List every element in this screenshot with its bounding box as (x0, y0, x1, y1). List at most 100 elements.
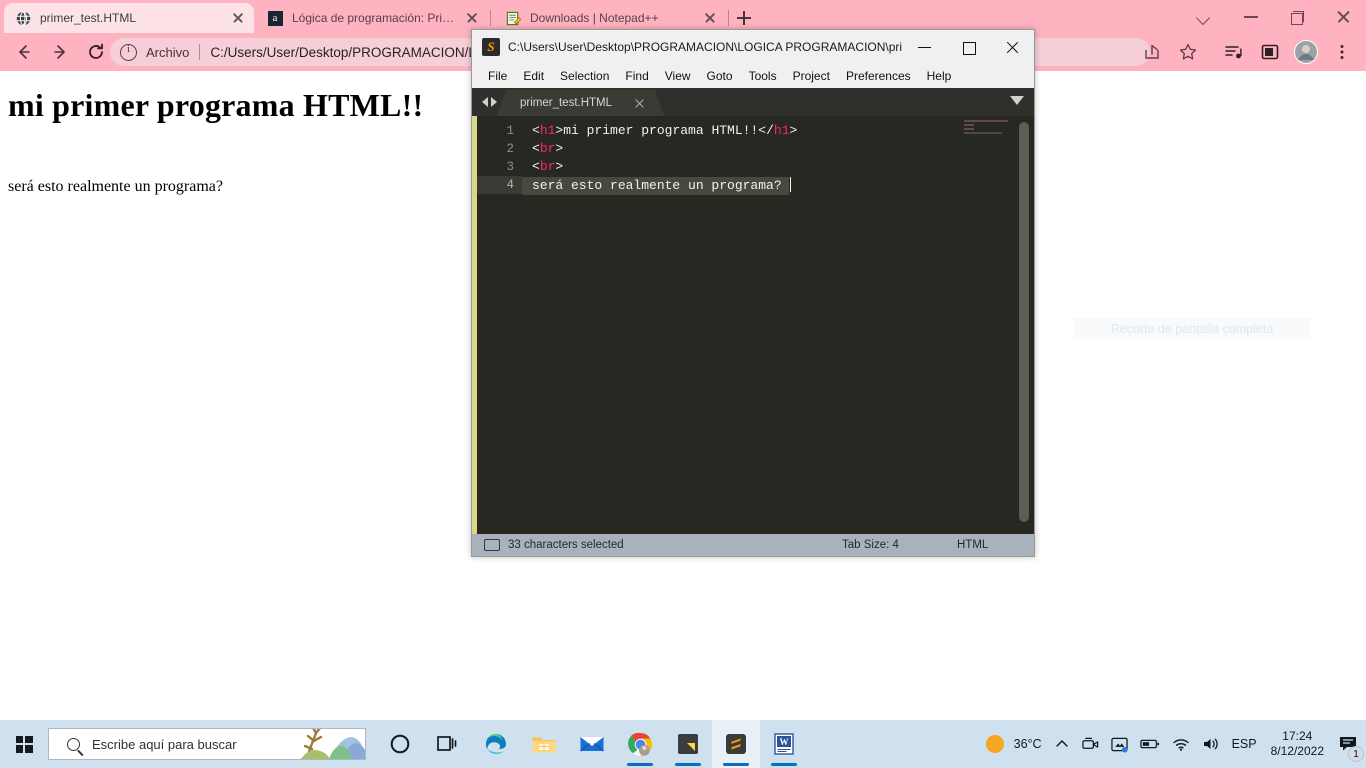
language-label: ESP (1231, 737, 1257, 751)
menu-item-preferences[interactable]: Preferences (838, 67, 919, 85)
media-control-icon[interactable] (1219, 37, 1249, 67)
tab-close-icon[interactable] (230, 10, 246, 26)
code-open-bracket: < (532, 141, 540, 156)
editor-file-tab-label: primer_test.HTML (520, 97, 613, 109)
address-bar-url: C:/Users/User/Desktop/PROGRAMACION/L (210, 44, 476, 60)
cortana-icon[interactable] (376, 720, 424, 768)
menu-item-help[interactable]: Help (919, 67, 960, 85)
sublime-window-title: C:\Users\User\Desktop\PROGRAMACION\LOGIC… (508, 40, 903, 54)
code-line-4-selected: será esto realmente un programa? (522, 177, 790, 195)
notepad-plus-icon (505, 10, 521, 26)
browser-tab-title: primer_test.HTML (40, 11, 137, 25)
window-maximize-button[interactable] (1274, 0, 1320, 33)
volume-icon[interactable] (1196, 720, 1226, 768)
editor-gutter: 1 2 3 4 (477, 116, 522, 534)
menu-item-tools[interactable]: Tools (741, 67, 785, 85)
alura-icon: a (267, 10, 283, 26)
editor-minimap[interactable] (964, 120, 1012, 142)
share-icon[interactable] (1137, 37, 1167, 67)
sublime-menubar: File Edit Selection Find View Goto Tools… (472, 64, 1034, 88)
notifications-button[interactable]: 1 (1332, 720, 1366, 768)
camera-icon[interactable] (1076, 720, 1105, 768)
taskbar-clock[interactable]: 17:24 8/12/2022 (1263, 729, 1332, 759)
system-tray: 36°C ESP 17:24 8/12/2022 1 (978, 720, 1366, 768)
code-tag-br: br (539, 159, 556, 174)
editor-file-tab[interactable]: primer_test.HTML (496, 90, 665, 116)
code-close-bracket: > (555, 141, 564, 156)
sublime-titlebar: S C:\Users\User\Desktop\PROGRAMACION\LOG… (472, 30, 1034, 64)
sublime-text-icon[interactable] (712, 720, 760, 768)
tab-size-status[interactable]: Tab Size: 4 (842, 539, 899, 551)
window-minimize-button[interactable] (1228, 0, 1274, 33)
sidebar-icon[interactable] (1255, 37, 1285, 67)
tab-search-chevron-down-icon[interactable] (1182, 0, 1228, 33)
sublime-maximize-button[interactable] (946, 30, 990, 64)
forward-button[interactable] (44, 36, 76, 68)
menu-item-selection[interactable]: Selection (552, 67, 617, 85)
info-circle-icon[interactable] (120, 43, 137, 61)
language-indicator[interactable]: ESP (1226, 720, 1263, 768)
profile-avatar[interactable] (1291, 37, 1321, 67)
window-close-button[interactable] (1320, 0, 1366, 33)
word-icon[interactable]: W (760, 720, 808, 768)
line-number: 4 (477, 176, 522, 194)
task-view-icon[interactable] (424, 720, 472, 768)
text-cursor (790, 177, 792, 192)
menu-item-file[interactable]: File (480, 67, 515, 85)
line-number: 2 (506, 142, 514, 156)
code-line-2: <br> (522, 140, 1034, 158)
menu-item-find[interactable]: Find (617, 67, 656, 85)
omnibox-actions (1134, 38, 1206, 66)
editor-scrollbar[interactable] (1019, 122, 1029, 522)
editor-tab-close-icon[interactable] (634, 98, 645, 109)
chrome-menu-icon[interactable] (1327, 37, 1357, 67)
wifi-icon[interactable] (1166, 720, 1196, 768)
sublime-logo-glyph: S (487, 39, 495, 54)
tab-close-icon[interactable] (464, 10, 480, 26)
search-illustration (301, 729, 365, 759)
chrome-icon[interactable] (616, 720, 664, 768)
sublime-editor-area[interactable]: 1 2 3 4 <h1>mi primer programa HTML!!</h… (472, 116, 1034, 534)
editor-code-content[interactable]: <h1>mi primer programa HTML!!</h1> <br> … (522, 116, 1034, 534)
selection-status: 33 characters selected (508, 539, 624, 551)
tab-close-icon[interactable] (702, 10, 718, 26)
battery-icon[interactable] (1134, 720, 1166, 768)
menu-item-goto[interactable]: Goto (699, 67, 741, 85)
line-number: 3 (506, 160, 514, 174)
menu-item-view[interactable]: View (657, 67, 699, 85)
bookmark-star-icon[interactable] (1173, 37, 1203, 67)
tray-overflow-chevron-up-icon[interactable] (1048, 720, 1076, 768)
reload-button[interactable] (80, 36, 112, 68)
weather-widget[interactable]: 36°C (978, 720, 1048, 768)
sticky-notes-icon[interactable] (664, 720, 712, 768)
new-tab-button[interactable] (733, 7, 755, 29)
start-button[interactable] (0, 720, 48, 768)
browser-tab-1[interactable]: primer_test.HTML (4, 3, 254, 33)
search-icon (67, 737, 80, 751)
sublime-text-window: S C:\Users\User\Desktop\PROGRAMACION\LOG… (471, 29, 1035, 557)
code-close-bracket-closing: > (789, 123, 798, 138)
menu-item-project[interactable]: Project (785, 67, 838, 85)
syntax-status[interactable]: HTML (957, 539, 988, 551)
back-button[interactable] (8, 36, 40, 68)
edge-icon[interactable] (472, 720, 520, 768)
sublime-statusbar: 33 characters selected Tab Size: 4 HTML (472, 534, 1034, 556)
sublime-close-button[interactable] (990, 30, 1034, 64)
tab-overflow-chevron-down-icon[interactable] (1010, 96, 1024, 105)
code-tag-h1-open: h1 (539, 123, 556, 138)
mail-icon[interactable] (568, 720, 616, 768)
sublime-minimize-button[interactable] (902, 30, 946, 64)
sublime-tabbar: primer_test.HTML (472, 88, 1034, 116)
taskbar-search-box[interactable]: Escribe aquí para buscar (48, 728, 366, 760)
notification-count-badge: 1 (1348, 746, 1364, 762)
console-toggle-icon[interactable] (484, 539, 500, 551)
line-number: 1 (506, 124, 514, 138)
menu-item-edit[interactable]: Edit (515, 67, 552, 85)
browser-window-controls (1182, 0, 1366, 33)
file-explorer-icon[interactable] (520, 720, 568, 768)
tab-separator (490, 10, 491, 26)
sun-icon (985, 735, 1004, 753)
svg-text:W: W (780, 737, 789, 747)
browser-tab-2[interactable]: a Lógica de programación: Primero (256, 3, 488, 33)
onedrive-icon[interactable] (1105, 720, 1134, 768)
